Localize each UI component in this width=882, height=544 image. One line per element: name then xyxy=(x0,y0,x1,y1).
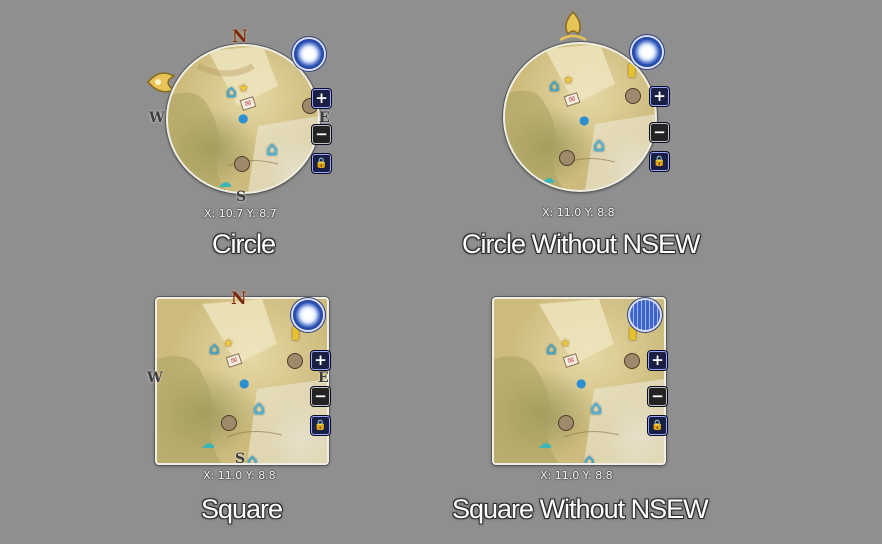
zoom-out-button[interactable]: − xyxy=(648,387,667,406)
player-icon xyxy=(234,156,250,172)
pin-icon: ● xyxy=(579,113,590,127)
compass-east: E xyxy=(319,110,330,126)
compass-needle-icon xyxy=(559,10,587,42)
house-icon[interactable]: ⌂ xyxy=(247,453,258,464)
zoom-out-button[interactable]: − xyxy=(312,125,331,144)
zoom-out-button[interactable]: − xyxy=(650,123,669,142)
pin-icon: ● xyxy=(576,376,587,390)
rain-weather-icon[interactable] xyxy=(630,300,660,330)
zoom-in-button[interactable]: + xyxy=(312,89,331,108)
zoom-out-button[interactable]: − xyxy=(311,387,330,406)
compass-south: S xyxy=(236,189,247,205)
star-icon: ★ xyxy=(223,336,234,350)
building-icon[interactable]: ▮ xyxy=(627,62,636,79)
house-icon[interactable]: ⌂ xyxy=(209,341,220,358)
zoom-in-button[interactable]: + xyxy=(650,87,669,106)
house-icon[interactable]: ⌂ xyxy=(593,136,605,155)
house-icon[interactable]: ⌂ xyxy=(253,399,265,418)
minimap[interactable]: ⌂ ★ ✉ ● ⌂ ☁ xyxy=(166,44,320,194)
coordinate-readout: X: 11.0 Y: 8.8 xyxy=(203,469,276,482)
variant-caption: Circle xyxy=(212,229,276,259)
house-icon[interactable]: ⌂ xyxy=(266,140,278,159)
pet-icon: ☁ xyxy=(218,175,232,191)
house-icon[interactable]: ⌂ xyxy=(549,78,560,95)
zoom-in-button[interactable]: + xyxy=(311,351,330,370)
coordinate-readout: X: 11.0 Y: 8.8 xyxy=(542,206,615,219)
zoom-in-button[interactable]: + xyxy=(648,351,667,370)
house-icon[interactable]: ⌂ xyxy=(226,84,237,101)
house-icon[interactable]: ⌂ xyxy=(590,399,602,418)
house-icon[interactable]: ⌂ xyxy=(584,453,595,464)
player-icon xyxy=(559,150,575,166)
coordinate-readout: X: 11.0 Y: 8.8 xyxy=(540,469,613,482)
star-icon: ★ xyxy=(560,336,571,350)
compass-north: N xyxy=(231,289,247,309)
variant-caption: Square xyxy=(201,494,283,524)
player-icon xyxy=(624,353,640,369)
lock-button[interactable]: 🔒 xyxy=(648,416,667,435)
variant-caption: Square Without NSEW xyxy=(452,494,709,524)
star-icon: ★ xyxy=(563,73,574,87)
lock-button[interactable]: 🔒 xyxy=(312,154,331,173)
minimap[interactable]: ⌂ ★ ✉ ▮ ● ⌂ ☁ xyxy=(503,42,657,192)
compass-west: W xyxy=(149,110,165,126)
star-icon: ★ xyxy=(238,81,249,95)
pin-icon: ● xyxy=(238,111,249,125)
pin-icon: ● xyxy=(239,376,250,390)
lock-button[interactable]: 🔒 xyxy=(650,152,669,171)
clear-weather-icon[interactable] xyxy=(632,37,662,67)
clear-weather-icon[interactable] xyxy=(293,300,323,330)
player-icon xyxy=(287,353,303,369)
variant-caption: Circle Without NSEW xyxy=(462,229,701,259)
player-icon xyxy=(625,88,641,104)
compass-south: S xyxy=(235,451,246,467)
clear-weather-icon[interactable] xyxy=(294,39,324,69)
house-icon[interactable]: ⌂ xyxy=(546,341,557,358)
pet-icon: ☁ xyxy=(538,436,552,452)
compass-north: N xyxy=(232,27,248,47)
player-icon xyxy=(558,415,574,431)
coordinate-readout: X: 10.7 Y: 8.7 xyxy=(204,207,277,220)
pet-icon: ☁ xyxy=(201,436,215,452)
player-icon xyxy=(221,415,237,431)
compass-west: W xyxy=(147,370,163,386)
pet-icon: ☁ xyxy=(541,171,555,187)
lock-button[interactable]: 🔒 xyxy=(311,416,330,435)
compass-east: E xyxy=(318,370,329,386)
